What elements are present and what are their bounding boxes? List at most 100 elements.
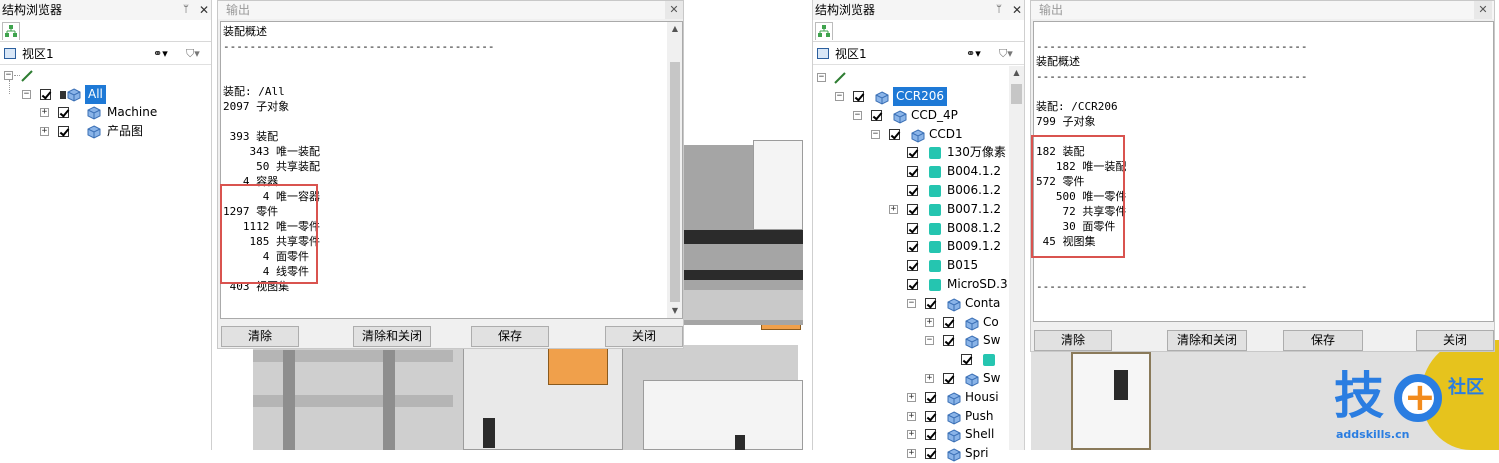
visibility-checkbox[interactable]	[907, 279, 918, 290]
visibility-checkbox[interactable]	[58, 107, 69, 118]
clear-button[interactable]: 清除	[221, 326, 299, 347]
visibility-checkbox[interactable]	[40, 89, 51, 100]
tree-item[interactable]: B015	[889, 256, 1007, 275]
tree-item[interactable]: + Shell	[907, 425, 1007, 444]
visibility-checkbox[interactable]	[925, 410, 936, 422]
visibility-checkbox[interactable]	[907, 222, 918, 234]
tree-item[interactable]: + Spri	[907, 444, 1007, 463]
tree-item[interactable]: − Sw	[925, 331, 1007, 350]
collapse-toggle[interactable]: −	[853, 110, 862, 120]
tree-item-all[interactable]: − All	[22, 85, 212, 104]
close-icon[interactable]: ✕	[665, 1, 683, 19]
visibility-checkbox[interactable]	[907, 260, 918, 272]
tree-item[interactable]: B008.1.2	[889, 219, 1007, 238]
expand-toggle[interactable]: +	[40, 108, 49, 117]
close-icon[interactable]: ✕	[1012, 0, 1022, 20]
expand-toggle[interactable]: +	[925, 374, 934, 383]
conveyor-rail	[683, 230, 803, 244]
vertical-scrollbar[interactable]: ▲ ▼	[667, 22, 682, 318]
collapse-toggle[interactable]: −	[907, 298, 916, 308]
collapse-toggle[interactable]: −	[835, 92, 844, 101]
tree-item[interactable]	[943, 350, 1007, 369]
tree-item[interactable]: − Conta	[907, 294, 1007, 313]
visibility-checkbox[interactable]	[871, 109, 882, 121]
tree-root[interactable]: −	[4, 66, 204, 85]
expand-toggle[interactable]: +	[907, 392, 916, 402]
expand-toggle[interactable]: +	[925, 317, 934, 327]
tree-vertical-scrollbar[interactable]: ▲	[1009, 66, 1024, 450]
collapse-toggle[interactable]: −	[871, 129, 880, 139]
clear-and-close-button[interactable]: 清除和关闭	[353, 326, 431, 347]
close-button[interactable]: 关闭	[605, 326, 683, 347]
visibility-checkbox[interactable]	[889, 128, 900, 140]
expand-toggle[interactable]: +	[907, 411, 916, 421]
visibility-checkbox[interactable]	[853, 91, 864, 102]
scroll-up-icon[interactable]: ▲	[1009, 68, 1024, 77]
part-icon	[983, 354, 995, 367]
close-icon[interactable]: ✕	[1474, 1, 1492, 19]
filter-icon[interactable]: ⛉▾	[186, 43, 200, 65]
clear-button[interactable]: 清除	[1034, 330, 1112, 351]
visibility-checkbox[interactable]	[907, 166, 918, 178]
visibility-checkbox[interactable]	[961, 354, 972, 366]
scroll-down-icon[interactable]: ▼	[667, 306, 682, 315]
save-button[interactable]: 保存	[1283, 330, 1363, 351]
pin-icon[interactable]: ᛘ	[996, 0, 1002, 20]
save-button[interactable]: 保存	[471, 326, 549, 347]
expand-toggle[interactable]: +	[889, 204, 898, 214]
expand-toggle[interactable]: +	[907, 430, 916, 440]
collapse-toggle[interactable]: −	[925, 336, 934, 346]
visibility-checkbox[interactable]	[907, 203, 918, 215]
tree-item[interactable]: B006.1.2	[889, 181, 1007, 200]
visibility-checkbox[interactable]	[925, 391, 936, 403]
view-selector[interactable]: 视区1 ⚭▾ ⛉▾	[0, 43, 211, 65]
visibility-checkbox[interactable]	[907, 185, 918, 196]
visibility-checkbox[interactable]	[925, 297, 936, 309]
tree-item[interactable]: − CCR206	[835, 87, 1007, 106]
tree-item[interactable]: + B007.1.2	[889, 200, 1007, 219]
tree-item-product-drawing[interactable]: + 产品图	[40, 122, 210, 141]
tab-structure[interactable]	[815, 22, 833, 40]
tree-item-label: Spri	[965, 446, 989, 461]
visibility-checkbox[interactable]	[925, 429, 936, 441]
part-icon	[929, 279, 941, 291]
collapse-toggle[interactable]: −	[22, 90, 31, 99]
binoculars-icon[interactable]: ⚭▾	[966, 43, 981, 65]
watermark-logo: 技 + 社区 addskills.cn	[1332, 367, 1497, 448]
tree-item[interactable]: MicroSD.3	[889, 275, 1007, 294]
clear-and-close-button[interactable]: 清除和关闭	[1167, 330, 1247, 351]
close-button[interactable]: 关闭	[1416, 330, 1494, 351]
tree-item[interactable]: − CCD_4P	[853, 106, 1007, 125]
tree-item[interactable]: + Housi	[907, 388, 1007, 407]
tree-item[interactable]: + Sw	[925, 369, 1007, 388]
expand-toggle[interactable]: +	[40, 127, 49, 136]
tree-item-machine[interactable]: + Machine	[40, 103, 210, 122]
output-line: ----------------------------------------…	[1036, 40, 1308, 53]
visibility-checkbox[interactable]	[907, 241, 918, 253]
visibility-checkbox[interactable]	[943, 316, 954, 328]
pin-icon[interactable]: ᛘ	[183, 0, 189, 20]
expand-toggle[interactable]: +	[907, 449, 916, 459]
scrollbar-thumb[interactable]	[670, 62, 680, 302]
scroll-up-icon[interactable]: ▲	[667, 24, 682, 33]
tab-structure[interactable]	[2, 22, 20, 40]
visibility-checkbox[interactable]	[943, 335, 954, 347]
filter-icon[interactable]: ⛉▾	[999, 43, 1013, 65]
output-line: 装配: /CCR206	[1036, 100, 1118, 113]
tree-item[interactable]: − CCD1	[871, 125, 1007, 144]
tree-item[interactable]: B004.1.2	[889, 162, 1007, 181]
collapse-toggle[interactable]: −	[817, 73, 826, 82]
tree-item[interactable]: + Co	[925, 313, 1007, 332]
binoculars-icon[interactable]: ⚭▾	[153, 43, 168, 65]
collapse-toggle[interactable]: −	[4, 71, 13, 80]
tree-root[interactable]: −	[817, 68, 1007, 87]
scrollbar-thumb[interactable]	[1011, 84, 1022, 104]
tree-item[interactable]: + Push	[907, 407, 1007, 426]
tree-item[interactable]: 130万像素	[889, 143, 1007, 162]
close-icon[interactable]: ✕	[199, 0, 209, 20]
view-selector[interactable]: 视区1 ⚭▾ ⛉▾	[813, 43, 1024, 65]
visibility-checkbox[interactable]	[943, 373, 954, 384]
visibility-checkbox[interactable]	[907, 147, 918, 159]
tree-item[interactable]: B009.1.2	[889, 237, 1007, 256]
visibility-checkbox[interactable]	[58, 126, 69, 137]
